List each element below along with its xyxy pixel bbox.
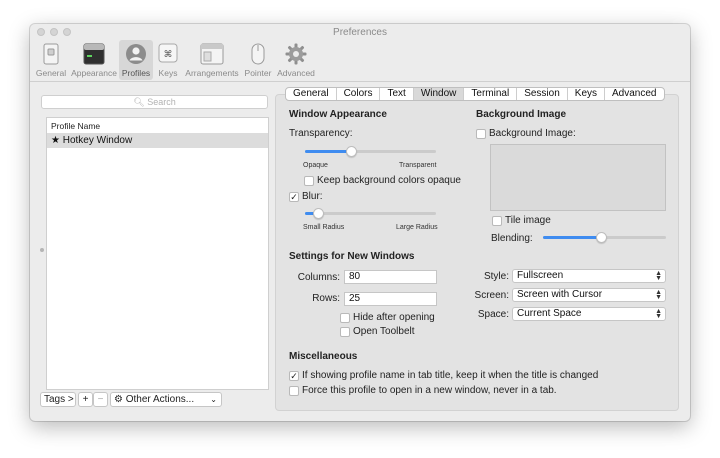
transparency-slider[interactable] [305,150,436,153]
miscellaneous-heading: Miscellaneous [289,351,358,362]
background-image-checkbox[interactable] [476,129,486,139]
hide-after-opening-label: Hide after opening [353,312,435,323]
rows-field[interactable]: 25 [344,292,437,306]
search-placeholder: Search [147,97,176,107]
background-image-well[interactable] [490,144,666,211]
profile-tabs: General Colors Text Window Terminal Sess… [285,87,665,101]
columns-label: Columns: [297,272,340,283]
tab-window[interactable]: Window [413,88,465,100]
command-key-icon: ⌘ [158,43,178,63]
preferences-window: Preferences General Appearance Profiles … [30,24,690,421]
rows-label: Rows: [312,293,340,304]
toolbar: General Appearance Profiles ⌘ Keys Arran… [30,40,690,82]
blur-slider[interactable] [305,212,436,215]
tab-session[interactable]: Session [517,88,568,100]
window-title: Preferences [333,27,387,38]
arrangements-icon [200,43,224,65]
profile-list: Profile Name ★ Hotkey Window [46,117,269,390]
force-new-window-checkbox[interactable] [289,386,299,396]
toolbar-arrangements[interactable]: Arrangements [183,40,241,80]
blur-min-label: Small Radius [303,224,345,231]
screen-select[interactable]: Screen with Cursor ▲ ▼ [512,288,666,302]
toolbar-general[interactable]: General [33,40,69,80]
checkmark-icon: ✓ [290,192,298,202]
profile-search-input[interactable]: 🔍︎ Search [41,95,268,109]
transparency-min-label: Opaque [303,162,328,169]
force-new-window-label: Force this profile to open in a new wind… [302,385,557,396]
toolbar-advanced[interactable]: Advanced [275,40,317,80]
blending-slider-fill [543,236,601,239]
tile-image-checkbox[interactable] [492,216,502,226]
blur-max-label: Large Radius [396,224,438,231]
blending-label: Blending: [491,233,533,244]
columns-field[interactable]: 80 [344,270,437,284]
keep-bg-opaque-label: Keep background colors opaque [317,175,461,186]
tab-terminal[interactable]: Terminal [464,88,518,100]
gear-icon: ⚙ [114,394,123,405]
style-select[interactable]: Fullscreen ▲ ▼ [512,269,666,283]
toolbar-profiles[interactable]: Profiles [119,40,153,80]
transparency-slider-fill [305,150,351,153]
transparency-max-label: Transparent [399,162,437,169]
add-profile-button[interactable]: + [78,392,93,407]
blur-checkbox[interactable]: ✓ [289,192,299,202]
keep-profile-name-label: If showing profile name in tab title, ke… [302,370,599,381]
space-label: Space: [477,309,509,320]
space-select-value: Current Space [517,308,582,319]
transparency-slider-knob[interactable] [346,146,357,157]
gear-icon [285,43,307,65]
toolbar-keys[interactable]: ⌘ Keys [155,40,181,80]
profile-name-column-header[interactable]: Profile Name [47,118,268,134]
tab-text[interactable]: Text [380,88,414,100]
open-toolbelt-label: Open Toolbelt [353,326,415,337]
search-icon: 🔍︎ [133,97,145,107]
other-actions-label: Other Actions... [125,394,195,405]
title-bar: Preferences [30,24,690,40]
svg-text:⌘: ⌘ [164,50,173,60]
other-actions-button[interactable]: ⚙ Other Actions... ⌄ [110,392,222,407]
remove-profile-button[interactable]: − [93,392,108,407]
blending-slider-knob[interactable] [596,232,607,243]
hide-after-opening-checkbox[interactable] [340,313,350,323]
tile-image-label: Tile image [505,215,551,226]
checkmark-icon: ✓ [290,371,298,381]
screen-label: Screen: [474,290,509,301]
space-select[interactable]: Current Space ▲ ▼ [512,307,666,321]
mouse-icon [251,43,265,65]
tab-keys[interactable]: Keys [568,88,606,100]
pane-splitter-handle[interactable] [40,248,44,252]
keep-bg-opaque-checkbox[interactable] [304,176,314,186]
chevron-updown-icon: ▲ ▼ [655,289,662,301]
tab-colors[interactable]: Colors [337,88,381,100]
window-appearance-heading: Window Appearance [289,109,387,120]
chevron-updown-icon: ▲ ▼ [655,308,662,320]
window-icon [83,43,105,65]
blur-slider-knob[interactable] [313,208,324,219]
toolbar-appearance[interactable]: Appearance [71,40,117,80]
toolbar-pointer[interactable]: Pointer [243,40,273,80]
profile-row-hotkey-window[interactable]: ★ Hotkey Window [47,134,268,148]
open-toolbelt-checkbox[interactable] [340,327,350,337]
tab-advanced[interactable]: Advanced [605,88,663,100]
style-label: Style: [483,271,509,282]
person-icon [126,44,146,64]
style-select-value: Fullscreen [517,270,564,281]
background-image-label: Background Image: [489,128,576,139]
chevron-updown-icon: ▲ ▼ [655,270,662,282]
chevron-down-icon: ⌄ [210,395,217,404]
tab-general[interactable]: General [286,88,337,100]
switch-icon [43,43,59,65]
new-windows-heading: Settings for New Windows [289,251,415,262]
screen-select-value: Screen with Cursor [517,289,603,300]
background-image-heading: Background Image [476,109,567,120]
tags-button[interactable]: Tags > [40,392,76,407]
blur-label: Blur: [302,191,323,202]
transparency-label: Transparency: [289,128,353,139]
keep-profile-name-checkbox[interactable]: ✓ [289,371,299,381]
